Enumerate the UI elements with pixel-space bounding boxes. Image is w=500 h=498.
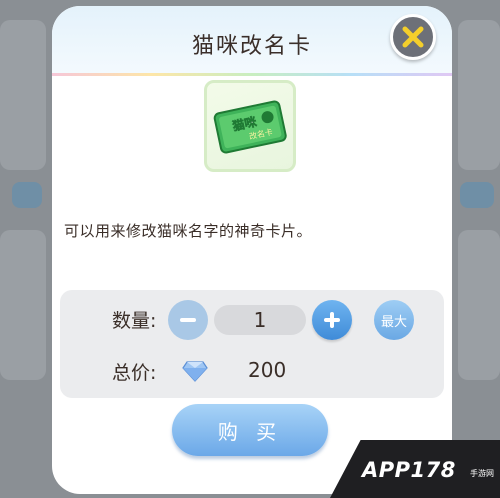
quantity-label: 数量:: [112, 310, 157, 332]
plus-icon: [324, 312, 340, 328]
background-button-right: [460, 182, 494, 208]
watermark-text: APP178: [362, 458, 456, 482]
rename-card-dialog: 猫咪改名卡 猫咪 改名卡 可以用来修改猫咪名字的神奇卡片。 数量: 1 最大 总…: [52, 6, 452, 494]
close-icon: [402, 26, 424, 48]
minus-icon: [180, 318, 196, 322]
background-panel-left-2: [0, 230, 46, 380]
total-price-value: 200: [248, 358, 287, 382]
increase-quantity-button[interactable]: [312, 300, 352, 340]
total-price-label: 总价:: [112, 362, 157, 384]
background-panel-left: [0, 20, 46, 170]
item-description: 可以用来修改猫咪名字的神奇卡片。: [64, 222, 313, 240]
buy-button[interactable]: 购 买: [172, 404, 328, 456]
quantity-field[interactable]: 1: [214, 305, 306, 335]
background-panel-right-2: [458, 230, 500, 380]
diamond-icon: [182, 361, 208, 382]
watermark-subtext: 手游网: [470, 469, 494, 478]
background-panel-right: [458, 20, 500, 170]
close-button[interactable]: [390, 14, 436, 60]
cat-rename-card-icon: 猫咪 改名卡: [213, 100, 287, 154]
max-quantity-button[interactable]: 最大: [374, 300, 414, 340]
item-frame: 猫咪 改名卡: [204, 80, 296, 172]
decrease-quantity-button[interactable]: [168, 300, 208, 340]
background-button-left: [12, 182, 42, 208]
